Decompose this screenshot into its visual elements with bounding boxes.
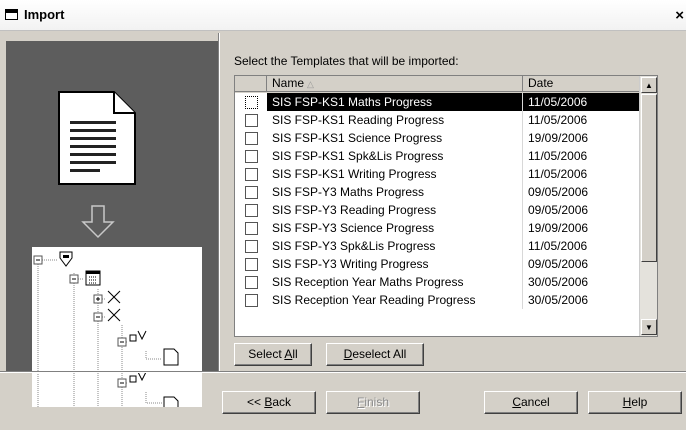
select-all-button[interactable]: Select All bbox=[234, 343, 312, 366]
header-name[interactable]: Name △ bbox=[267, 76, 523, 92]
finish-label-post: inish bbox=[364, 395, 390, 409]
scroll-up-button[interactable]: ▲ bbox=[641, 77, 657, 93]
row-name: SIS FSP-Y3 Maths Progress bbox=[267, 183, 523, 201]
templates-list[interactable]: Name △ Date SIS FSP-KS1 Maths Progress 11/… bbox=[234, 75, 658, 337]
row-checkbox[interactable] bbox=[245, 276, 258, 289]
window-icon bbox=[5, 9, 18, 20]
scroll-thumb[interactable] bbox=[641, 94, 657, 262]
panel-separator bbox=[218, 33, 220, 371]
row-checkbox[interactable] bbox=[245, 150, 258, 163]
list-header: Name △ Date bbox=[235, 76, 639, 93]
help-label-post: elp bbox=[631, 395, 648, 409]
row-date: 19/09/2006 bbox=[528, 221, 589, 235]
scroll-down-button[interactable]: ▼ bbox=[641, 319, 657, 335]
list-row[interactable]: SIS Reception Year Maths Progress 30/05/2… bbox=[235, 273, 639, 291]
deselect-all-label-post: eselect All bbox=[352, 347, 407, 361]
title-bar: Import × bbox=[0, 0, 686, 31]
list-row[interactable]: SIS Reception Year Reading Progress 30/05… bbox=[235, 291, 639, 309]
list-row[interactable]: SIS FSP-Y3 Writing Progress 09/05/2006 bbox=[235, 255, 639, 273]
document-icon bbox=[58, 91, 136, 185]
row-date: 11/05/2006 bbox=[528, 167, 588, 181]
header-name-label: Name bbox=[272, 76, 305, 90]
row-name: SIS FSP-KS1 Science Progress bbox=[267, 129, 523, 147]
close-button[interactable]: × bbox=[675, 7, 684, 24]
back-label-pre: << bbox=[246, 395, 265, 409]
vertical-scrollbar[interactable]: ▲ ▼ bbox=[639, 76, 657, 336]
row-date: 09/05/2006 bbox=[528, 257, 589, 271]
select-all-label-pre: Select bbox=[248, 347, 285, 361]
row-name: SIS Reception Year Maths Progress bbox=[267, 273, 523, 291]
row-checkbox[interactable] bbox=[245, 204, 258, 217]
list-row[interactable]: SIS FSP-Y3 Science Progress 19/09/2006 bbox=[235, 219, 639, 237]
row-date: 11/05/2006 bbox=[528, 239, 588, 253]
select-all-label-post: ll bbox=[292, 347, 298, 361]
list-row[interactable]: SIS FSP-KS1 Writing Progress 11/05/2006 bbox=[235, 165, 639, 183]
finish-button[interactable]: Finish bbox=[326, 391, 420, 414]
row-date: 30/05/2006 bbox=[528, 293, 589, 307]
wizard-illustration-panel bbox=[6, 41, 218, 407]
row-date: 11/05/2006 bbox=[528, 113, 588, 127]
list-row[interactable]: SIS FSP-KS1 Maths Progress 11/05/2006 bbox=[235, 93, 639, 111]
row-date: 09/05/2006 bbox=[528, 203, 589, 217]
row-checkbox[interactable] bbox=[245, 222, 258, 235]
row-name: SIS FSP-Y3 Spk&Lis Progress bbox=[267, 237, 523, 255]
cancel-label-post: ancel bbox=[520, 395, 550, 409]
row-checkbox[interactable] bbox=[245, 258, 258, 271]
sort-ascending-icon: △ bbox=[307, 79, 314, 89]
row-checkbox[interactable] bbox=[245, 96, 258, 109]
header-checkbox-column[interactable] bbox=[235, 76, 267, 92]
row-name: SIS FSP-Y3 Science Progress bbox=[267, 219, 523, 237]
row-name: SIS FSP-Y3 Reading Progress bbox=[267, 201, 523, 219]
list-row[interactable]: SIS FSP-KS1 Science Progress 19/09/2006 bbox=[235, 129, 639, 147]
row-checkbox[interactable] bbox=[245, 132, 258, 145]
row-name: SIS FSP-KS1 Maths Progress bbox=[267, 93, 523, 111]
list-row[interactable]: SIS FSP-Y3 Maths Progress 09/05/2006 bbox=[235, 183, 639, 201]
row-name: SIS FSP-KS1 Writing Progress bbox=[267, 165, 523, 183]
row-name: SIS Reception Year Reading Progress bbox=[267, 291, 523, 309]
help-button[interactable]: Help bbox=[588, 391, 682, 414]
header-date[interactable]: Date bbox=[523, 76, 639, 92]
cancel-accelerator: C bbox=[512, 395, 521, 409]
row-checkbox[interactable] bbox=[245, 186, 258, 199]
deselect-all-accelerator: D bbox=[343, 347, 353, 361]
row-checkbox[interactable] bbox=[245, 114, 258, 127]
list-row[interactable]: SIS FSP-Y3 Reading Progress 09/05/2006 bbox=[235, 201, 639, 219]
deselect-all-button[interactable]: Deselect All bbox=[326, 343, 424, 366]
row-name: SIS FSP-KS1 Spk&Lis Progress bbox=[267, 147, 523, 165]
row-checkbox[interactable] bbox=[245, 240, 258, 253]
window-title: Import bbox=[24, 7, 65, 22]
row-date: 19/09/2006 bbox=[528, 131, 589, 145]
footer-separator bbox=[0, 371, 686, 373]
down-arrow-icon bbox=[81, 205, 115, 239]
list-rows: SIS FSP-KS1 Maths Progress 11/05/2006 SIS … bbox=[235, 93, 639, 309]
list-prompt: Select the Templates that will be import… bbox=[234, 54, 459, 68]
list-row[interactable]: SIS FSP-Y3 Spk&Lis Progress 11/05/2006 bbox=[235, 237, 639, 255]
row-date: 09/05/2006 bbox=[528, 185, 589, 199]
row-date: 11/05/2006 bbox=[528, 149, 588, 163]
row-checkbox[interactable] bbox=[245, 168, 258, 181]
back-button[interactable]: << Back bbox=[222, 391, 316, 414]
row-checkbox[interactable] bbox=[245, 294, 258, 307]
row-date: 30/05/2006 bbox=[528, 275, 589, 289]
list-row[interactable]: SIS FSP-KS1 Spk&Lis Progress 11/05/2006 bbox=[235, 147, 639, 165]
back-label-post: ack bbox=[272, 395, 292, 409]
cancel-button[interactable]: Cancel bbox=[484, 391, 578, 414]
tree-view-icon bbox=[32, 247, 202, 407]
row-name: SIS FSP-Y3 Writing Progress bbox=[267, 255, 523, 273]
list-row[interactable]: SIS FSP-KS1 Reading Progress 11/05/2006 bbox=[235, 111, 639, 129]
row-name: SIS FSP-KS1 Reading Progress bbox=[267, 111, 523, 129]
row-date: 11/05/2006 bbox=[523, 93, 639, 111]
